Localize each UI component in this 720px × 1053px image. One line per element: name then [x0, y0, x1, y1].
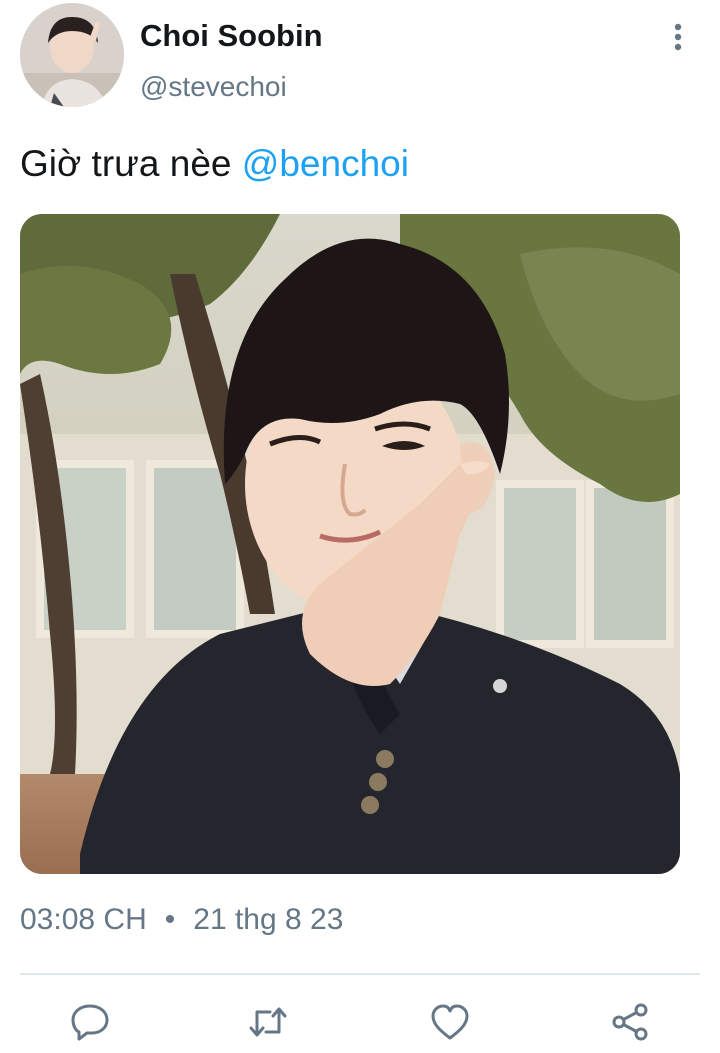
author-handle[interactable]: @stevechoi: [140, 68, 287, 106]
photo: [20, 214, 680, 874]
share-button[interactable]: [608, 1000, 652, 1044]
like-button[interactable]: [428, 1000, 472, 1044]
avatar[interactable]: [20, 3, 124, 107]
share-icon: [612, 1003, 648, 1041]
author-display-name[interactable]: Choi Soobin: [140, 16, 323, 56]
meta-separator: •: [164, 903, 176, 936]
tweet-text: Giờ trưa nèe @benchoi: [20, 140, 409, 188]
tweet-time[interactable]: 03:08 CH: [20, 903, 147, 936]
mention-link[interactable]: @benchoi: [242, 143, 409, 184]
retweet-button[interactable]: [246, 1000, 290, 1044]
reply-icon: [71, 1004, 109, 1041]
tweet-meta: 03:08 CH • 21 thg 8 23: [20, 900, 343, 940]
retweet-icon: [249, 1007, 287, 1037]
heart-icon: [431, 1004, 469, 1040]
more-vertical-icon: [674, 23, 682, 51]
tweet-date[interactable]: 21 thg 8 23: [193, 903, 343, 936]
avatar-photo: [20, 3, 124, 107]
divider: [20, 973, 700, 975]
reply-button[interactable]: [68, 1000, 112, 1044]
tweet-body: Giờ trưa nèe: [20, 143, 242, 184]
more-options-button[interactable]: [660, 18, 696, 58]
tweet-media-photo[interactable]: [20, 214, 680, 874]
